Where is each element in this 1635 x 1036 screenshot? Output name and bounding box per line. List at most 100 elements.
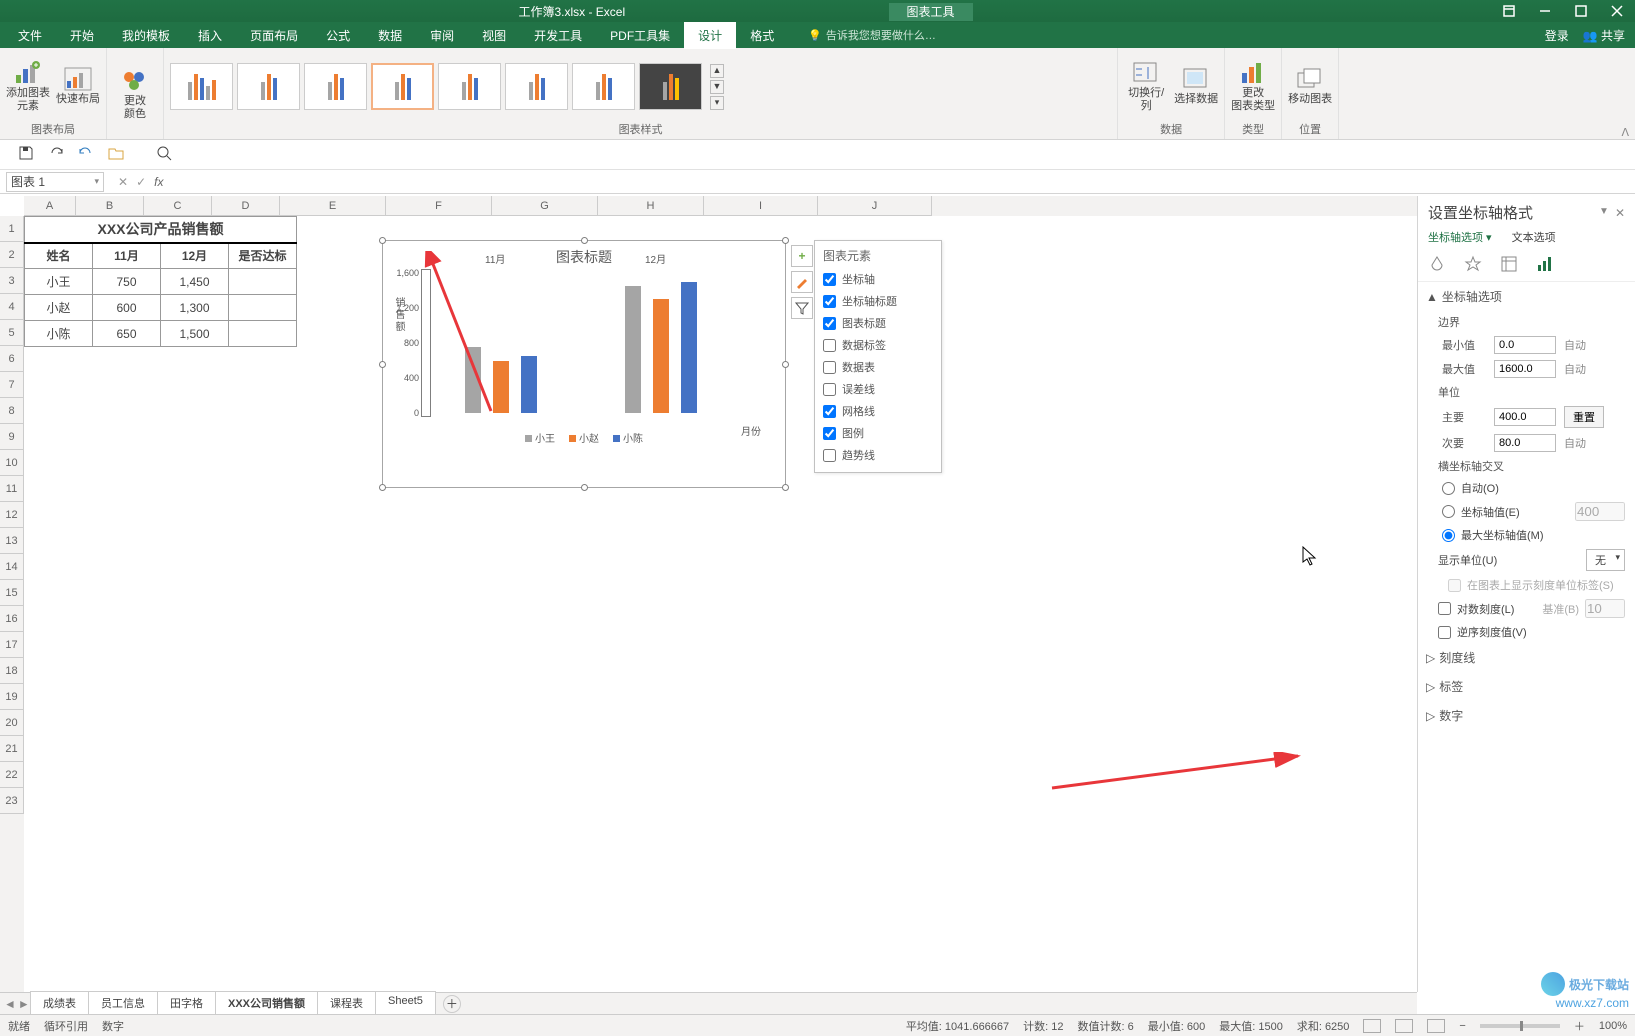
section-axis-options[interactable]: ▲ 坐标轴选项	[1418, 282, 1635, 311]
row-header[interactable]: 9	[0, 424, 24, 450]
enter-formula-icon[interactable]: ✓	[136, 175, 146, 189]
row-header[interactable]: 6	[0, 346, 24, 372]
chart-element-checkbox[interactable]	[823, 405, 836, 418]
add-chart-element-button[interactable]: 添加图表 元素	[6, 61, 50, 111]
chart-bar[interactable]	[465, 347, 481, 413]
row-header[interactable]: 13	[0, 528, 24, 554]
tab-data[interactable]: 数据	[364, 22, 416, 49]
resize-handle[interactable]	[581, 237, 588, 244]
chart-element-checkbox[interactable]	[823, 427, 836, 440]
col-header[interactable]: D	[212, 196, 280, 216]
chart-filters-button[interactable]	[791, 297, 813, 319]
tell-me[interactable]: 💡 告诉我您想要做什么…	[788, 27, 936, 43]
minimize-icon[interactable]	[1527, 0, 1563, 22]
view-normal-icon[interactable]	[1363, 1019, 1381, 1033]
section-number[interactable]: ▷ 数字	[1418, 701, 1635, 730]
reverse-order-check[interactable]	[1438, 626, 1451, 639]
row-header[interactable]: 15	[0, 580, 24, 606]
chart-style-item[interactable]	[572, 63, 635, 110]
chart-bar[interactable]	[653, 299, 669, 413]
row-header[interactable]: 2	[0, 242, 24, 268]
row-header[interactable]: 22	[0, 762, 24, 788]
share-button[interactable]: 👥 共享	[1583, 27, 1625, 44]
zoom-slider[interactable]	[1480, 1024, 1560, 1028]
row-header[interactable]: 19	[0, 684, 24, 710]
section-tick-marks[interactable]: ▷ 刻度线	[1418, 643, 1635, 672]
col-header[interactable]: J	[818, 196, 932, 216]
chart-element-item[interactable]: 数据表	[823, 356, 933, 378]
row-header[interactable]: 1	[0, 216, 24, 242]
pane-tab-axis-options[interactable]: 坐标轴选项 ▾	[1428, 229, 1492, 245]
pane-close-icon[interactable]: ✕	[1615, 206, 1625, 220]
chart-plot-area[interactable]: 04008001,2001,60011月12月	[425, 273, 763, 413]
axis-minor-input[interactable]	[1494, 434, 1556, 452]
chart-style-item[interactable]	[505, 63, 568, 110]
size-properties-icon[interactable]	[1500, 255, 1518, 273]
tab-formulas[interactable]: 公式	[312, 22, 364, 49]
row-header[interactable]: 21	[0, 736, 24, 762]
chart-element-item[interactable]: 数据标签	[823, 334, 933, 356]
chart-style-item-selected[interactable]	[371, 63, 434, 110]
chart-element-checkbox[interactable]	[823, 383, 836, 396]
chart-style-item[interactable]	[170, 63, 233, 110]
zoom-level[interactable]: 100%	[1599, 1020, 1627, 1032]
chart-bar[interactable]	[681, 282, 697, 413]
view-page-layout-icon[interactable]	[1395, 1019, 1413, 1033]
row-header[interactable]: 7	[0, 372, 24, 398]
chart-element-checkbox[interactable]	[823, 339, 836, 352]
chart-element-checkbox[interactable]	[823, 449, 836, 462]
col-header[interactable]: H	[598, 196, 704, 216]
chart-element-item[interactable]: 图表标题	[823, 312, 933, 334]
col-header[interactable]: E	[280, 196, 386, 216]
fill-line-icon[interactable]	[1428, 255, 1446, 273]
tab-mytemplates[interactable]: 我的模板	[108, 22, 184, 49]
move-chart-button[interactable]: 移动图表	[1288, 67, 1332, 105]
row-header[interactable]: 18	[0, 658, 24, 684]
chart-element-item[interactable]: 误差线	[823, 378, 933, 400]
cell-grid[interactable]: XXX公司产品销售额 姓名 11月 12月 是否达标 小王7501,450 小赵…	[24, 216, 1635, 992]
redo-icon[interactable]	[48, 145, 64, 164]
change-chart-type-button[interactable]: 更改 图表类型	[1231, 61, 1275, 111]
gallery-scroll-up[interactable]: ▲	[710, 64, 724, 78]
display-unit-select[interactable]: 无	[1586, 549, 1625, 571]
tab-pdf[interactable]: PDF工具集	[596, 22, 684, 49]
resize-handle[interactable]	[379, 484, 386, 491]
select-data-button[interactable]: 选择数据	[1174, 67, 1218, 105]
pane-tab-text-options[interactable]: 文本选项	[1512, 229, 1556, 245]
col-header[interactable]: F	[386, 196, 492, 216]
row-header[interactable]: 5	[0, 320, 24, 346]
view-page-break-icon[interactable]	[1427, 1019, 1445, 1033]
add-sheet-button[interactable]: ＋	[443, 995, 461, 1013]
gallery-expand[interactable]: ▾	[710, 96, 724, 110]
row-header[interactable]: 20	[0, 710, 24, 736]
zoom-in-icon[interactable]: ＋	[1574, 1018, 1585, 1034]
chart-elements-button[interactable]: +	[791, 245, 813, 267]
row-header[interactable]: 10	[0, 450, 24, 476]
col-header[interactable]: G	[492, 196, 598, 216]
ribbon-display-icon[interactable]	[1491, 0, 1527, 22]
row-header[interactable]: 14	[0, 554, 24, 580]
chart-element-item[interactable]: 坐标轴	[823, 268, 933, 290]
cross-value-radio[interactable]	[1442, 505, 1455, 518]
chart-element-item[interactable]: 趋势线	[823, 444, 933, 466]
sheet-tab[interactable]: 田字格	[157, 991, 216, 1016]
tab-format[interactable]: 格式	[736, 22, 788, 49]
tab-home[interactable]: 开始	[56, 22, 108, 49]
axis-options-icon[interactable]	[1536, 255, 1554, 273]
resize-handle[interactable]	[782, 361, 789, 368]
chart-style-item[interactable]	[237, 63, 300, 110]
close-icon[interactable]	[1599, 0, 1635, 22]
effects-icon[interactable]	[1464, 255, 1482, 273]
axis-major-input[interactable]	[1494, 408, 1556, 426]
table-title[interactable]: XXX公司产品销售额	[25, 217, 297, 243]
chart-style-gallery[interactable]	[170, 63, 702, 110]
cross-auto-radio[interactable]	[1442, 482, 1455, 495]
name-box[interactable]: 图表 1▾	[6, 172, 104, 192]
row-header[interactable]: 11	[0, 476, 24, 502]
embedded-chart[interactable]: + 图表标题 销售额 04008001,2001,60011月12月 月份 小王…	[382, 240, 786, 488]
chart-bar[interactable]	[625, 286, 641, 413]
tab-page-layout[interactable]: 页面布局	[236, 22, 312, 49]
undo-icon[interactable]	[78, 145, 94, 164]
sheet-tab[interactable]: 员工信息	[88, 991, 158, 1016]
sheet-tab[interactable]: Sheet5	[375, 991, 436, 1016]
